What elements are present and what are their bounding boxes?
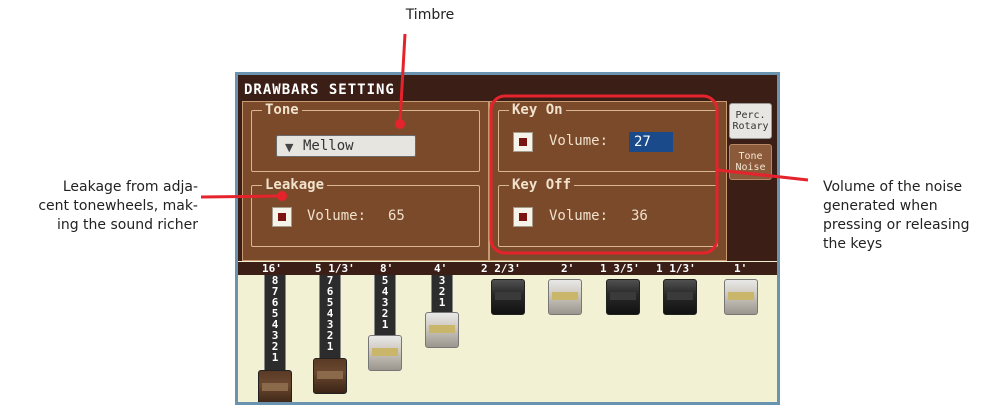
leakage-leader-line: [200, 194, 282, 199]
leakage-leader-dot: [277, 191, 287, 201]
timbre-leader-dot: [395, 119, 405, 129]
callout-lines: [200, 33, 809, 255]
noise-leader-line: [716, 168, 809, 182]
timbre-leader-line: [398, 33, 407, 123]
key-noise-highlight: [489, 94, 719, 255]
